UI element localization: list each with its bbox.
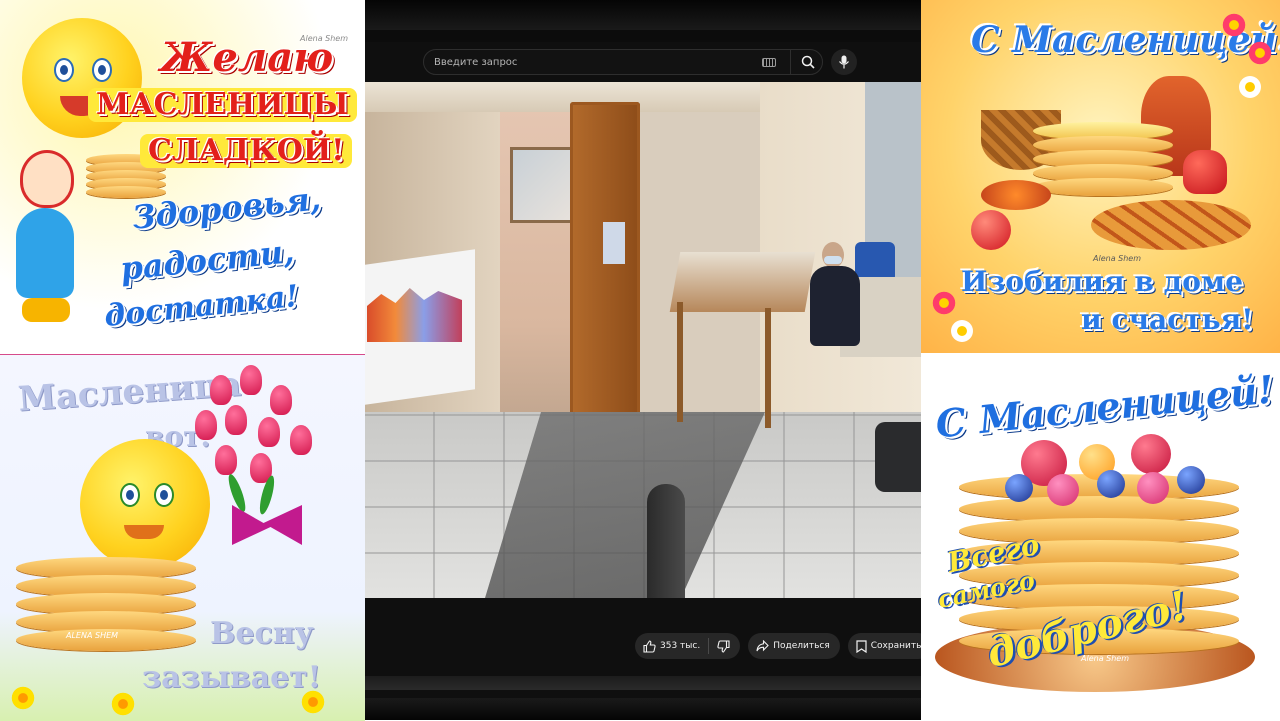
- video-scene-door-notice: [603, 222, 625, 264]
- tulip-leaf: [225, 472, 249, 514]
- card-greeting-line: Масленица: [16, 364, 243, 420]
- corner-flower: [931, 290, 957, 316]
- card-greeting-line: Весну: [210, 616, 314, 651]
- blueberry: [1005, 474, 1033, 502]
- bowl-of-caviar: [981, 180, 1051, 210]
- corner-daisy: [951, 320, 973, 342]
- save-button[interactable]: Сохранить: [847, 633, 921, 659]
- card-title: С Масленицей!: [933, 366, 1276, 447]
- sun-eye-right: [92, 58, 112, 82]
- video-scene-case-leg: [765, 308, 771, 428]
- search-box: [423, 49, 823, 75]
- corner-flower: [1221, 12, 1247, 38]
- video-scene-seated-person: [810, 242, 865, 362]
- pancake-stack-illustration: [1033, 122, 1173, 196]
- tulip-flower: [240, 365, 262, 395]
- search-input[interactable]: [434, 54, 744, 70]
- sun-mouth: [124, 525, 164, 539]
- search-button[interactable]: [790, 50, 825, 74]
- keyboard-icon[interactable]: [762, 58, 776, 67]
- search-bar-row: [365, 42, 921, 82]
- raspberry: [1137, 472, 1169, 504]
- card-greeting-line: достатка!: [102, 278, 301, 335]
- tulip-flower: [195, 410, 217, 440]
- like-dislike-group: 353 тыс.: [635, 633, 741, 659]
- card-greeting-line: сладкой!: [140, 134, 353, 168]
- strawberry: [1131, 434, 1171, 474]
- greeting-card-top-right: С Масленицей! Alena Shem Изобилия в доме…: [921, 0, 1280, 353]
- video-scene-wooden-door: [570, 102, 640, 432]
- like-button[interactable]: 353 тыс.: [643, 638, 710, 654]
- card-watermark: Alena Shem: [1081, 654, 1129, 663]
- voice-search-button[interactable]: [831, 49, 857, 75]
- sun-eye-left: [120, 483, 140, 507]
- tulip-flower: [225, 405, 247, 435]
- share-label: Поделиться: [773, 641, 830, 651]
- girl-illustration: [12, 144, 82, 330]
- sun-eye-left: [54, 58, 74, 82]
- card-watermark: ALENA SHEM: [66, 631, 119, 640]
- share-button[interactable]: Поделиться: [748, 633, 840, 659]
- video-frame-office-hallway[interactable]: [365, 82, 921, 598]
- save-playlist-icon: [856, 639, 867, 653]
- corner-daisy: [1239, 76, 1261, 98]
- red-teapot: [1183, 150, 1227, 194]
- thumb-up-icon: [643, 639, 656, 653]
- video-actions-band: 353 тыс. Поделиться Сохранить: [365, 598, 921, 720]
- player-bottom-strip: [365, 698, 921, 720]
- tulip-flower: [290, 425, 312, 455]
- smiling-sun-illustration: [56, 415, 234, 593]
- card-greeting-line: радости,: [118, 231, 296, 289]
- video-scene-display-case: [669, 252, 816, 312]
- red-apple: [971, 210, 1011, 250]
- corner-flower: [1247, 40, 1273, 66]
- tulip-flower: [210, 375, 232, 405]
- player-lower-strip: [365, 676, 921, 690]
- yellow-daffodil: [300, 689, 326, 715]
- card-greeting-line: зазывает!: [142, 660, 321, 695]
- yellow-daffodil: [110, 691, 136, 717]
- video-scene-case-leg: [677, 302, 683, 422]
- tulip-flower: [258, 417, 280, 447]
- save-label: Сохранить: [870, 641, 921, 651]
- raspberry: [1047, 474, 1079, 506]
- greeting-card-bottom-right: С Масленицей! Всего самого доброго! Alen…: [921, 354, 1280, 720]
- blueberry: [1097, 470, 1125, 498]
- card-watermark: Alena Shem: [1093, 254, 1141, 263]
- greeting-card-bottom-left: Масленица вот. ALENA SHEM Весну зазывает…: [0, 354, 365, 721]
- card-greeting-line: Изобилия в доме: [961, 265, 1244, 298]
- mic-icon: [839, 55, 849, 69]
- dislike-button[interactable]: [709, 638, 740, 654]
- share-arrow-icon: [756, 640, 769, 652]
- video-scene-chair-back: [647, 484, 685, 598]
- video-scene-painting: [510, 147, 576, 223]
- card-greeting-line: и счастья!: [1081, 303, 1254, 336]
- player-top-strip: [365, 0, 921, 30]
- tulip-flower: [270, 385, 292, 415]
- sun-eye-right: [154, 483, 174, 507]
- like-count: 353 тыс.: [660, 641, 701, 651]
- greeting-card-top-left: Alena Shem Желаю масленицы сладкой! Здор…: [0, 0, 365, 353]
- blueberry: [1177, 466, 1205, 494]
- thumb-down-icon: [717, 639, 730, 653]
- bouquet-ribbon-bow: [232, 505, 302, 545]
- video-player-window: 353 тыс. Поделиться Сохранить: [365, 0, 921, 720]
- pie-plate: [1091, 200, 1251, 250]
- card-greeting-line: масленицы: [88, 88, 357, 122]
- video-action-buttons: 353 тыс. Поделиться Сохранить: [635, 632, 921, 660]
- search-icon: [801, 55, 815, 69]
- yellow-daffodil: [10, 685, 36, 711]
- video-scene-foreground-arm: [875, 422, 921, 492]
- tulip-flower: [215, 445, 237, 475]
- card-greeting-line: Желаю: [160, 34, 334, 81]
